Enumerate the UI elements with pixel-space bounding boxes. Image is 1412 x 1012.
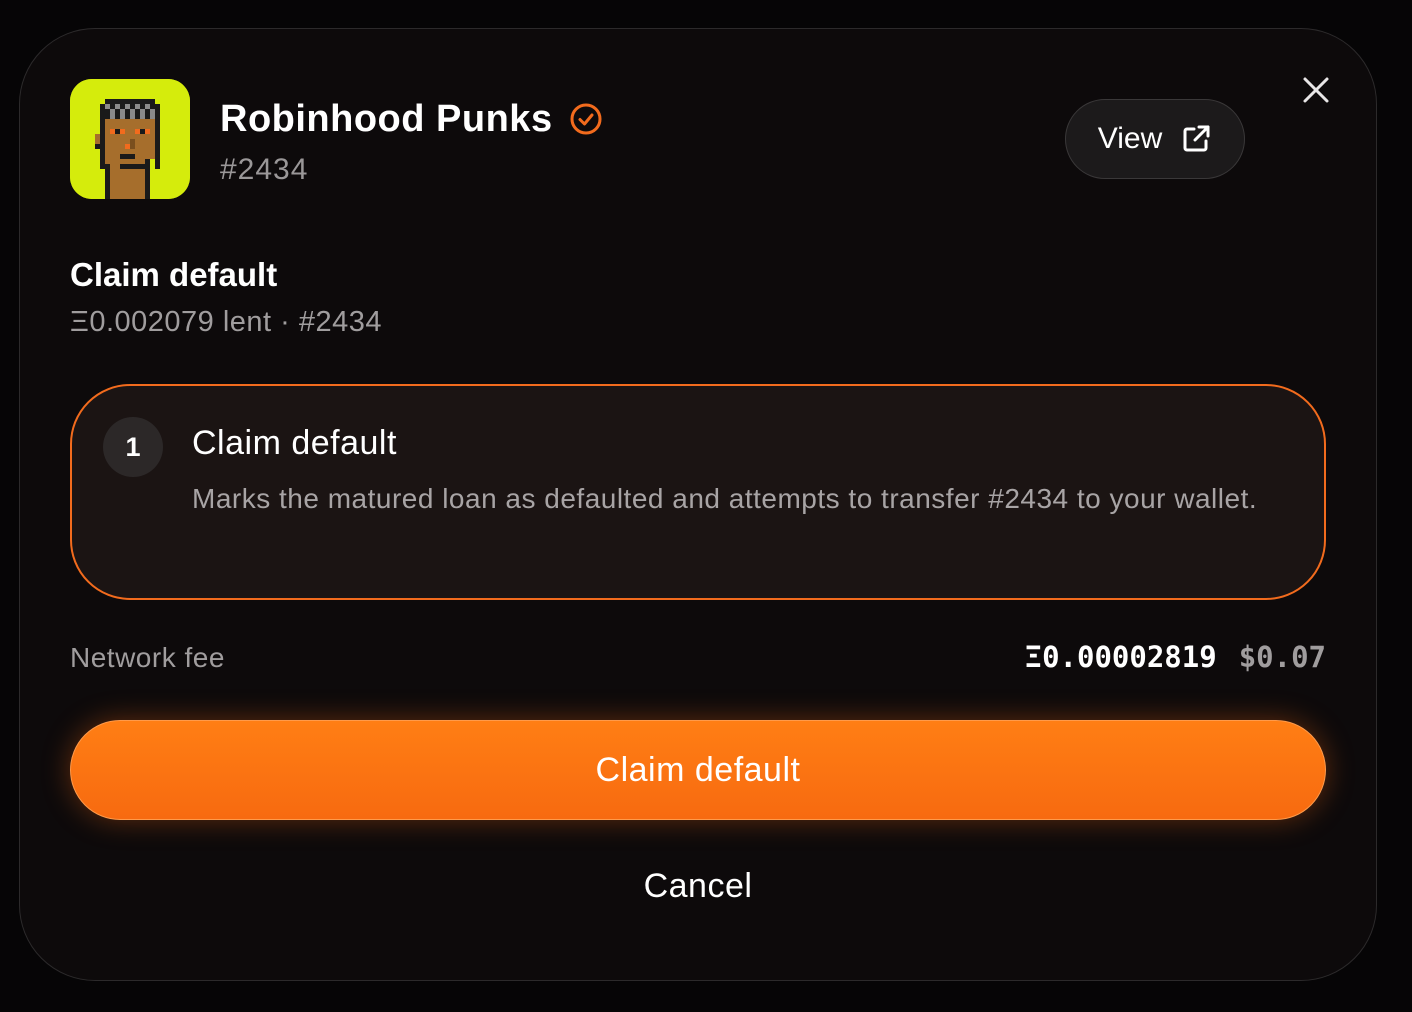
collection-title-row: Robinhood Punks: [220, 96, 603, 142]
token-id: #2434: [220, 153, 309, 186]
network-fee-values: Ξ0.00002819 $0.07: [1025, 640, 1326, 674]
cancel-button[interactable]: Cancel: [548, 855, 848, 917]
action-subtitle: Ξ0.002079 lent · #2434: [70, 306, 383, 338]
network-fee-label: Network fee: [70, 642, 225, 673]
network-fee-eth: Ξ0.00002819: [1024, 640, 1217, 674]
nft-avatar: [70, 79, 190, 199]
network-fee-usd: $0.07: [1238, 640, 1326, 674]
close-button[interactable]: [1296, 70, 1336, 110]
view-button-label: View: [1097, 122, 1163, 155]
step-number-badge: 1: [103, 417, 163, 477]
step-description: Marks the matured loan as defaulted and …: [192, 483, 1258, 514]
collection-name: Robinhood Punks: [220, 97, 553, 140]
action-title: Claim default: [70, 256, 278, 293]
close-icon: [1303, 77, 1329, 103]
view-button[interactable]: View: [1065, 99, 1245, 179]
punk-image: [70, 79, 190, 199]
step-card: 1 Claim default Marks the matured loan a…: [70, 384, 1326, 600]
step-title: Claim default: [192, 424, 397, 462]
verified-check-icon: [570, 103, 602, 135]
claim-default-button[interactable]: Claim default: [70, 720, 1326, 820]
external-link-icon: [1183, 125, 1210, 152]
